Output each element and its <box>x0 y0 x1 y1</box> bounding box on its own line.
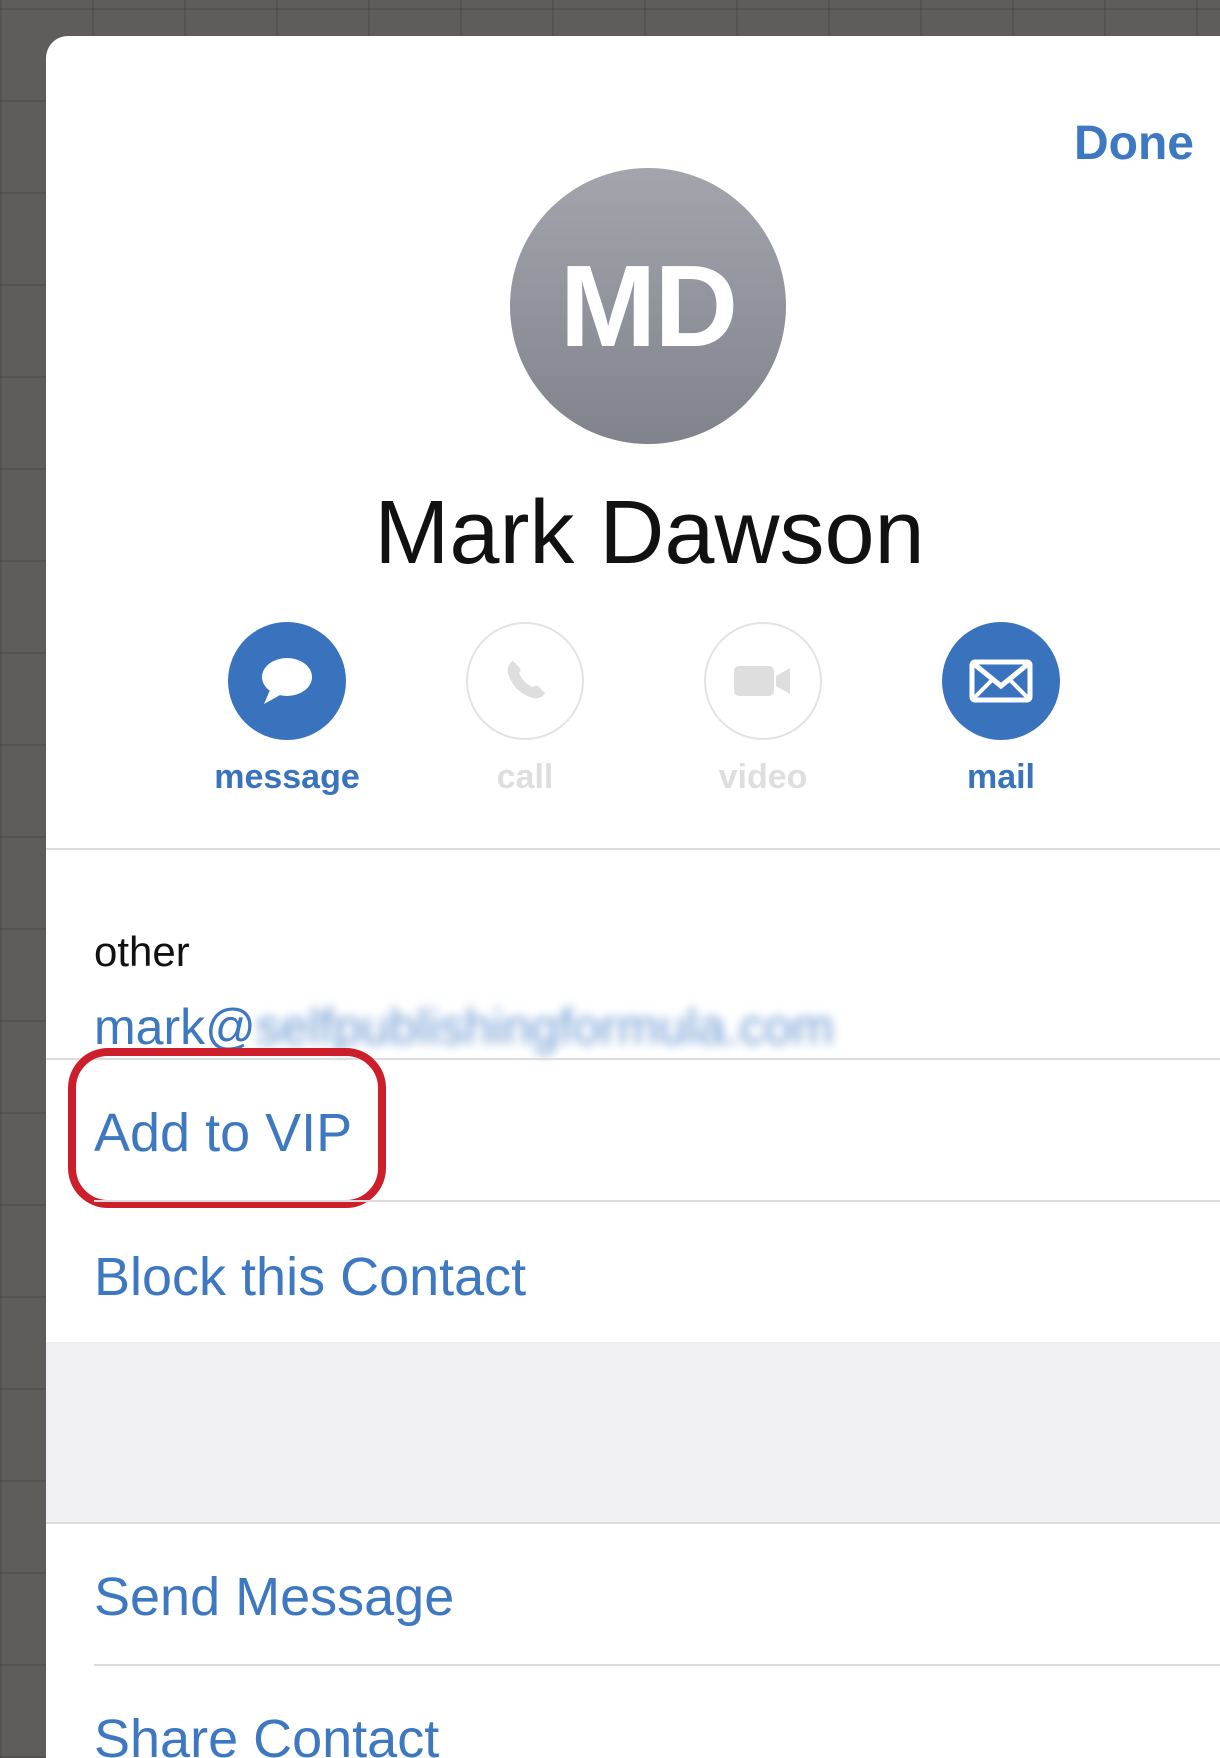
email-type-label: other <box>94 928 190 975</box>
section-separator <box>46 1342 1220 1522</box>
call-action-button[interactable]: call <box>430 622 620 797</box>
email-visible-part: mark@ <box>94 999 256 1055</box>
block-contact-button[interactable]: Block this Contact <box>94 1246 526 1308</box>
send-message-button[interactable]: Send Message <box>94 1566 454 1628</box>
envelope-icon <box>942 622 1060 740</box>
divider <box>46 848 1220 850</box>
avatar-initials: MD <box>559 241 738 371</box>
message-action-label: message <box>214 758 360 796</box>
call-action-label: call <box>496 758 554 796</box>
divider <box>46 1522 1220 1524</box>
speech-bubble-icon <box>228 622 346 740</box>
done-button[interactable]: Done <box>1074 116 1194 171</box>
divider <box>94 1664 1220 1666</box>
contact-card-sheet: Done MD Mark Dawson message call video m… <box>46 36 1220 1758</box>
message-action-button[interactable]: message <box>192 622 382 797</box>
contact-name: Mark Dawson <box>374 483 925 583</box>
video-camera-icon <box>704 622 822 740</box>
mail-action-label: mail <box>966 758 1036 796</box>
video-action-label: video <box>718 758 808 796</box>
highlight-ring <box>68 1048 386 1208</box>
phone-icon <box>466 622 584 740</box>
share-contact-button[interactable]: Share Contact <box>94 1708 439 1758</box>
mail-action-button[interactable]: mail <box>906 622 1096 797</box>
email-obscured-part: selfpublishingformula.com <box>255 999 834 1055</box>
video-action-button[interactable]: video <box>668 622 858 797</box>
avatar: MD <box>510 168 786 444</box>
divider <box>94 1200 1220 1202</box>
